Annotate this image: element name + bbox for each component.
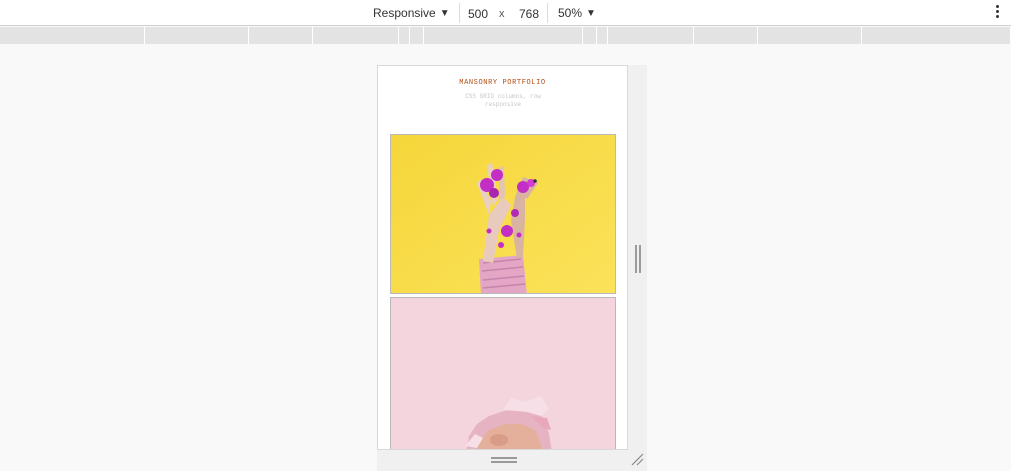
media-query-segment[interactable] [249, 27, 313, 44]
media-query-segment[interactable] [313, 27, 399, 44]
media-query-segment[interactable] [758, 27, 862, 44]
media-query-segment[interactable] [862, 27, 1011, 44]
media-query-segment[interactable] [608, 27, 694, 44]
media-query-segment[interactable] [694, 27, 758, 44]
face-through-paper-image [391, 298, 615, 449]
portfolio-image-card[interactable] [390, 134, 616, 294]
media-query-segment[interactable] [0, 27, 145, 44]
portfolio-image-card[interactable] [390, 297, 616, 449]
width-input[interactable]: 500 [463, 3, 493, 23]
media-query-segment[interactable] [399, 27, 410, 44]
media-query-segment[interactable] [597, 27, 608, 44]
media-query-bar [0, 27, 1011, 44]
media-query-segment[interactable] [424, 27, 583, 44]
page-subtitle: CSS GRID columns, row responsive [465, 93, 541, 108]
page-title: MANSONRY PORTFOLIO [459, 79, 546, 87]
toolbar-divider [547, 3, 548, 23]
device-toolbar: Responsive ▼ 500 x 768 50% ▼ [0, 0, 1011, 26]
zoom-label: 50% [558, 6, 583, 20]
toolbar-divider [459, 3, 460, 23]
media-query-segment[interactable] [145, 27, 249, 44]
device-viewport: MANSONRY PORTFOLIO CSS GRID columns, row… [377, 65, 628, 450]
more-options-icon[interactable] [995, 5, 999, 21]
media-query-segment[interactable] [410, 27, 424, 44]
resize-handle-bottom[interactable] [491, 457, 517, 463]
chevron-down-icon: ▼ [586, 8, 596, 19]
zoom-dropdown[interactable]: 50% ▼ [558, 5, 596, 21]
painted-hands-image [391, 135, 615, 293]
resize-corner-icon[interactable] [630, 452, 644, 466]
chevron-down-icon: ▼ [439, 8, 450, 19]
times-icon: x [499, 8, 505, 20]
device-mode-dropdown[interactable]: Responsive ▼ [373, 5, 450, 21]
device-mode-label: Responsive [373, 6, 436, 20]
media-query-segment[interactable] [583, 27, 597, 44]
resize-handle-right[interactable] [635, 245, 641, 273]
height-input[interactable]: 768 [515, 3, 543, 23]
